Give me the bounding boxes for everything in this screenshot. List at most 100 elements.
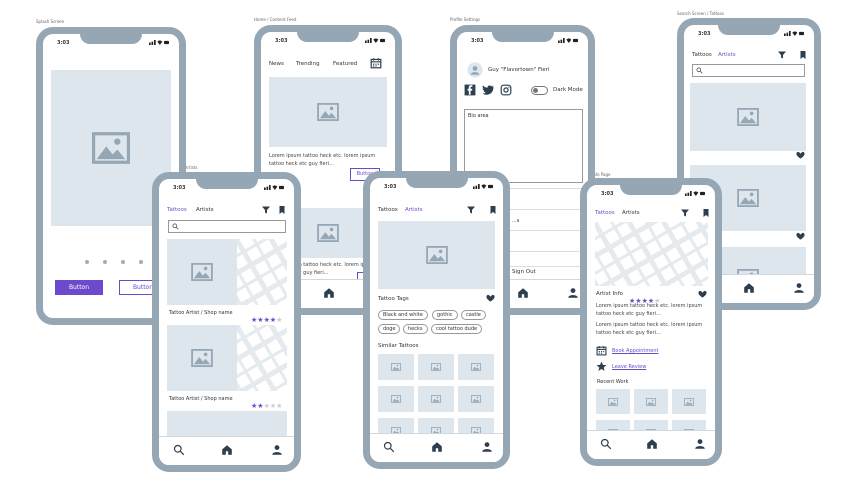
tab-tattoos[interactable]: Tattoos bbox=[595, 210, 615, 216]
tab-artists[interactable]: Artists bbox=[405, 207, 423, 213]
tab-artists[interactable]: Artists bbox=[622, 210, 640, 216]
heart-icon[interactable] bbox=[796, 151, 805, 160]
search-icon[interactable] bbox=[383, 441, 395, 453]
calendar-icon[interactable] bbox=[370, 57, 382, 69]
primary-button[interactable]: Button bbox=[55, 280, 103, 295]
tag-chip[interactable]: cool tattoo dude bbox=[431, 324, 483, 334]
thumbnail[interactable] bbox=[378, 354, 414, 380]
thumbnail[interactable] bbox=[378, 386, 414, 412]
page-dot[interactable] bbox=[139, 260, 143, 264]
sign-out[interactable]: Sign Out bbox=[512, 269, 536, 275]
settings-item[interactable]: ...s bbox=[512, 218, 519, 224]
status-bar: 3:03 bbox=[587, 189, 715, 201]
bio-placeholder: Bio area bbox=[468, 113, 489, 119]
thumbnail[interactable] bbox=[458, 354, 494, 380]
status-bar: 3:03 bbox=[43, 38, 179, 50]
artist-info-title: Artist Info bbox=[596, 291, 623, 297]
image-placeholder-icon bbox=[191, 349, 213, 367]
twitter-icon[interactable] bbox=[482, 84, 494, 96]
tab-bar bbox=[370, 433, 503, 462]
tab-artists[interactable]: Artists bbox=[196, 207, 214, 213]
leave-review-link[interactable]: Leave Review bbox=[612, 364, 646, 370]
tattoo-image[interactable] bbox=[690, 83, 806, 151]
search-icon[interactable] bbox=[600, 438, 612, 450]
home-icon[interactable] bbox=[517, 287, 529, 299]
tag-chip[interactable]: castle bbox=[461, 310, 486, 320]
dark-mode-label: Dark Mode bbox=[553, 87, 583, 93]
page-dot[interactable] bbox=[103, 260, 107, 264]
search-input[interactable] bbox=[168, 220, 286, 233]
image-placeholder-icon bbox=[92, 132, 130, 164]
star-rating: ★★★★★ bbox=[251, 316, 283, 324]
thumbnail[interactable] bbox=[672, 389, 706, 414]
profile-icon[interactable] bbox=[481, 441, 493, 453]
tab-tattoos[interactable]: Tattoos bbox=[692, 52, 712, 58]
tab-trending[interactable]: Trending bbox=[296, 61, 320, 67]
avatar[interactable] bbox=[467, 62, 483, 78]
tattoo-image[interactable] bbox=[378, 221, 495, 289]
image-placeholder-icon bbox=[737, 189, 759, 207]
artist-image[interactable] bbox=[167, 239, 237, 305]
thumbnail[interactable] bbox=[418, 354, 454, 380]
book-appointment-link[interactable]: Book Appointment bbox=[612, 348, 658, 354]
bookmark-icon[interactable] bbox=[701, 208, 711, 218]
artist-map[interactable] bbox=[595, 222, 708, 286]
home-icon[interactable] bbox=[743, 282, 755, 294]
star-rating: ★★★★★ bbox=[251, 402, 283, 410]
artist-name[interactable]: Tattoo Artist / Shop name bbox=[169, 396, 233, 402]
tag-chip[interactable]: hecks bbox=[403, 324, 428, 334]
home-icon[interactable] bbox=[221, 444, 233, 456]
bookmark-icon[interactable] bbox=[798, 50, 808, 60]
instagram-icon[interactable] bbox=[500, 84, 512, 96]
tag-chip[interactable]: doge bbox=[378, 324, 401, 334]
tab-artists[interactable]: Artists bbox=[718, 52, 736, 58]
tab-featured[interactable]: Featured bbox=[333, 61, 357, 67]
tab-tattoos[interactable]: Tattoos bbox=[378, 207, 398, 213]
recent-work-title: Recent Work bbox=[597, 379, 629, 385]
bookmark-icon[interactable] bbox=[277, 205, 287, 215]
label-splash: Splash Screen bbox=[36, 19, 65, 24]
tab-bar bbox=[587, 430, 715, 459]
profile-icon[interactable] bbox=[793, 282, 805, 294]
status-icons bbox=[471, 184, 495, 189]
search-icon bbox=[696, 67, 703, 74]
filter-icon[interactable] bbox=[261, 205, 271, 215]
tab-bar bbox=[159, 436, 294, 465]
page-dot[interactable] bbox=[85, 260, 89, 264]
thumbnail[interactable] bbox=[458, 386, 494, 412]
filter-icon[interactable] bbox=[777, 50, 787, 60]
tag-chip[interactable]: Black and white bbox=[378, 310, 428, 320]
artist-map[interactable] bbox=[237, 239, 287, 305]
artist-map[interactable] bbox=[237, 325, 287, 391]
heart-icon[interactable] bbox=[796, 232, 805, 241]
tags-title: Tattoo Tags bbox=[378, 296, 409, 302]
home-icon[interactable] bbox=[431, 441, 443, 453]
phone-tattoo-info: 3:03 Tattoos Artists Tattoo Tags Black a… bbox=[363, 171, 510, 469]
artist-image[interactable] bbox=[167, 325, 237, 391]
bookmark-icon[interactable] bbox=[488, 205, 498, 215]
feed-image[interactable] bbox=[269, 77, 387, 147]
facebook-icon[interactable] bbox=[464, 84, 476, 96]
heart-icon[interactable] bbox=[486, 294, 495, 303]
artist-bio-2: Lorem ipsum tattoo heck etc. lorem ipsum… bbox=[596, 322, 703, 336]
profile-icon[interactable] bbox=[567, 287, 579, 299]
status-time: 3:03 bbox=[384, 184, 397, 190]
thumbnail[interactable] bbox=[596, 389, 630, 414]
artist-name[interactable]: Tattoo Artist / Shop name bbox=[169, 310, 233, 316]
search-input[interactable] bbox=[692, 64, 805, 77]
profile-icon[interactable] bbox=[694, 438, 706, 450]
home-icon[interactable] bbox=[646, 438, 658, 450]
tab-tattoos[interactable]: Tattoos bbox=[167, 207, 187, 213]
page-dot[interactable] bbox=[121, 260, 125, 264]
tag-chip[interactable]: gothic bbox=[432, 310, 458, 320]
thumbnail[interactable] bbox=[418, 386, 454, 412]
tab-news[interactable]: News bbox=[269, 61, 284, 67]
filter-icon[interactable] bbox=[680, 208, 690, 218]
dark-mode-toggle[interactable] bbox=[531, 86, 548, 95]
profile-icon[interactable] bbox=[271, 444, 283, 456]
search-icon[interactable] bbox=[173, 444, 185, 456]
heart-icon[interactable] bbox=[698, 290, 707, 299]
home-icon[interactable] bbox=[323, 287, 335, 299]
thumbnail[interactable] bbox=[634, 389, 668, 414]
filter-icon[interactable] bbox=[466, 205, 476, 215]
